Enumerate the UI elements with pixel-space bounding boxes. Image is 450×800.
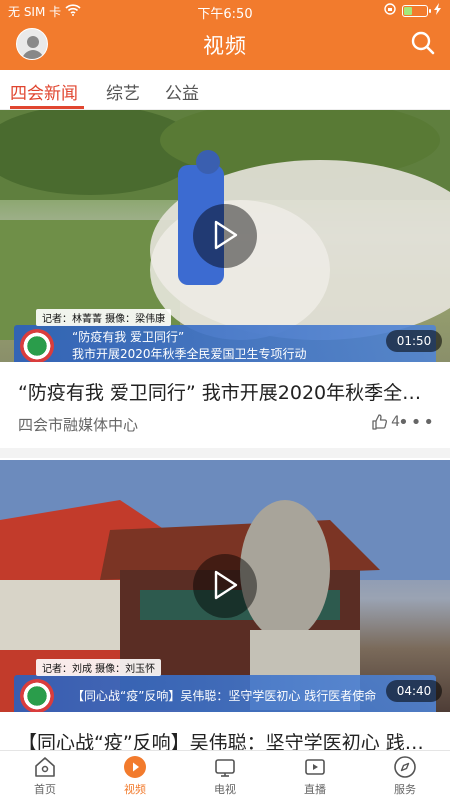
video-duration: 04:40	[386, 680, 442, 702]
page-title: 视频	[203, 34, 247, 58]
play-button[interactable]	[193, 554, 257, 618]
bottom-tab-tv[interactable]: 电视	[180, 755, 270, 797]
video-play-icon	[124, 756, 146, 778]
more-options-icon[interactable]: •••	[398, 412, 436, 433]
station-logo-icon	[20, 679, 54, 712]
video-title[interactable]: “防疫有我 爱卫同行” 我市开展2020年秋季全民爱国卫生专项行动	[18, 378, 432, 405]
bottom-tab-live[interactable]: 直播	[270, 755, 360, 797]
tv-icon	[215, 759, 235, 777]
bottom-tab-home[interactable]: 首页	[0, 755, 90, 797]
tab-variety[interactable]: 综艺	[106, 79, 140, 104]
bottom-tab-video[interactable]: 视频	[90, 755, 180, 797]
nav-bar: 视频	[0, 22, 450, 70]
bottom-tab-service[interactable]: 服务	[360, 755, 450, 797]
battery-icon	[402, 4, 431, 17]
station-logo-icon	[20, 329, 54, 362]
tab-news[interactable]: 四会新闻	[10, 79, 78, 104]
caption-crew: 记者：林菁菁 摄像：梁伟康	[36, 309, 172, 326]
category-tabs: 四会新闻 综艺 公益	[0, 70, 450, 110]
bottom-tab-label: 首页	[34, 783, 56, 796]
video-caption-strip: 记者：林菁菁 摄像：梁伟康 “防疫有我 爱卫同行” 我市开展2020年秋季全民爱…	[14, 309, 436, 362]
video-thumbnail-1[interactable]: 记者：林菁菁 摄像：梁伟康 “防疫有我 爱卫同行” 我市开展2020年秋季全民爱…	[0, 110, 450, 362]
thumbs-up-icon	[372, 414, 388, 430]
caption-line-1: “防疫有我 爱卫同行”	[72, 330, 185, 344]
card-separator	[0, 448, 450, 458]
caption-line-2: 我市开展2020年秋季全民爱国卫生专项行动	[72, 347, 307, 361]
caption-crew: 记者：刘成 摄像：刘玉怀	[36, 659, 162, 676]
live-icon	[305, 759, 325, 775]
orientation-lock-icon	[384, 3, 396, 18]
bottom-tab-label: 直播	[304, 783, 326, 796]
active-tab-indicator	[10, 106, 84, 109]
video-duration: 01:50	[386, 330, 442, 352]
caption-line-1: 【同心战“疫”反响】吴伟聪：坚守学医初心 践行医者使命	[72, 689, 377, 703]
video-meta: 四会市融媒体中心 4 •••	[18, 412, 436, 434]
bottom-tab-label: 服务	[394, 783, 416, 796]
bottom-tab-label: 视频	[124, 783, 146, 796]
search-icon[interactable]	[410, 30, 436, 56]
status-time: 下午6:50	[197, 7, 253, 22]
bottom-tab-bar: 首页 视频 电视 直播 服务	[0, 750, 450, 800]
play-button[interactable]	[193, 204, 257, 268]
status-bar: 无 SIM 卡 下午6:50	[0, 0, 450, 22]
video-source: 四会市融媒体中心	[18, 416, 139, 434]
app-header: 无 SIM 卡 下午6:50 视频	[0, 0, 450, 70]
video-thumbnail-2[interactable]: 记者：刘成 摄像：刘玉怀 【同心战“疫”反响】吴伟聪：坚守学医初心 践行医者使命…	[0, 460, 450, 712]
tab-public-welfare[interactable]: 公益	[165, 79, 199, 104]
like-button[interactable]: 4	[371, 414, 400, 430]
bottom-tab-label: 电视	[214, 783, 236, 796]
battery-fill	[404, 6, 413, 15]
compass-icon	[394, 756, 416, 778]
home-icon	[35, 757, 55, 777]
video-caption-strip: 记者：刘成 摄像：刘玉怀 【同心战“疫”反响】吴伟聪：坚守学医初心 践行医者使命	[14, 659, 436, 712]
charging-icon	[434, 3, 442, 18]
